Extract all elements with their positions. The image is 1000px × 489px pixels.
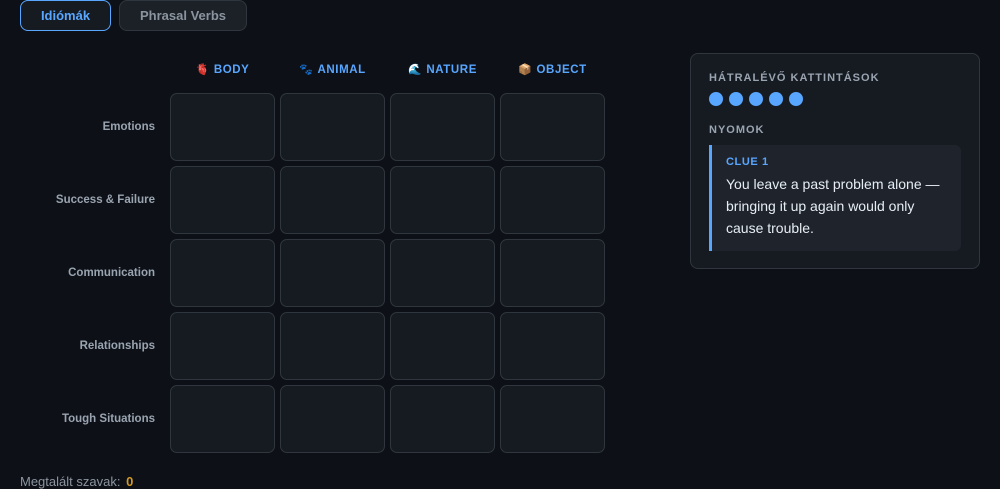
column-label: OBJECT	[536, 64, 587, 76]
clues-title: NYOMOK	[709, 124, 765, 136]
row-label: Relationships	[79, 340, 155, 352]
found-words-counter: Megtalált szavak: 0	[20, 474, 133, 489]
puzzle-grid: Emotions Success & Failure Communication…	[20, 93, 605, 458]
grid-cell[interactable]	[500, 385, 605, 453]
grid-cell[interactable]	[170, 166, 275, 234]
grid-cell[interactable]	[500, 93, 605, 161]
grid-row-communication: Communication	[20, 239, 605, 307]
column-headers: 🫀 BODY 🐾 ANIMAL 🌊 NATURE 📦 OBJECT	[170, 62, 605, 78]
remaining-clicks-indicator	[709, 92, 961, 106]
grid-cell[interactable]	[500, 239, 605, 307]
clue-card: CLUE 1 You leave a past problem alone — …	[709, 145, 961, 251]
column-label: NATURE	[426, 64, 477, 76]
grid-cell[interactable]	[280, 312, 385, 380]
info-panel: HÁTRALÉVŐ KATTINTÁSOK NYOMOK CLUE 1 You …	[690, 53, 980, 269]
row-label: Emotions	[102, 121, 155, 133]
grid-cell[interactable]	[390, 385, 495, 453]
grid-cell[interactable]	[390, 166, 495, 234]
column-header-body: 🫀 BODY	[170, 62, 275, 78]
grid-cell[interactable]	[280, 385, 385, 453]
row-label: Success & Failure	[55, 194, 155, 206]
click-dot-icon	[729, 92, 743, 106]
click-dot-icon	[749, 92, 763, 106]
column-header-object: 📦 OBJECT	[500, 62, 605, 78]
package-icon: 📦	[518, 63, 533, 76]
grid-cell[interactable]	[170, 239, 275, 307]
grid-cell[interactable]	[390, 239, 495, 307]
tab-phrasal-verbs[interactable]: Phrasal Verbs	[119, 0, 247, 31]
column-header-animal: 🐾 ANIMAL	[280, 62, 385, 78]
heart-icon: 🫀	[195, 63, 210, 76]
found-words-count: 0	[126, 474, 134, 489]
grid-row-relationships: Relationships	[20, 312, 605, 380]
tab-idiomak[interactable]: Idiómák	[20, 0, 111, 31]
clue-label: CLUE 1	[726, 156, 769, 168]
grid-row-emotions: Emotions	[20, 93, 605, 161]
grid-cell[interactable]	[500, 166, 605, 234]
grid-cell[interactable]	[280, 166, 385, 234]
row-label: Tough Situations	[61, 413, 155, 425]
wave-icon: 🌊	[408, 63, 423, 76]
click-dot-icon	[769, 92, 783, 106]
grid-cell[interactable]	[280, 239, 385, 307]
grid-cell[interactable]	[170, 312, 275, 380]
column-header-nature: 🌊 NATURE	[390, 62, 495, 78]
paw-icon: 🐾	[299, 63, 314, 76]
grid-cell[interactable]	[170, 93, 275, 161]
grid-cell[interactable]	[500, 312, 605, 380]
grid-cell[interactable]	[390, 312, 495, 380]
tab-bar: Idiómák Phrasal Verbs	[20, 0, 247, 31]
grid-cell[interactable]	[390, 93, 495, 161]
grid-row-success-failure: Success & Failure	[20, 166, 605, 234]
grid-row-tough-situations: Tough Situations	[20, 385, 605, 453]
row-label: Communication	[68, 267, 155, 279]
click-dot-icon	[789, 92, 803, 106]
remaining-clicks-title: HÁTRALÉVŐ KATTINTÁSOK	[709, 72, 880, 84]
column-label: ANIMAL	[317, 64, 366, 76]
grid-cell[interactable]	[280, 93, 385, 161]
grid-cell[interactable]	[170, 385, 275, 453]
clue-text: You leave a past problem alone — bringin…	[726, 176, 940, 236]
column-label: BODY	[213, 64, 250, 76]
click-dot-icon	[709, 92, 723, 106]
found-words-label: Megtalált szavak:	[20, 474, 121, 489]
